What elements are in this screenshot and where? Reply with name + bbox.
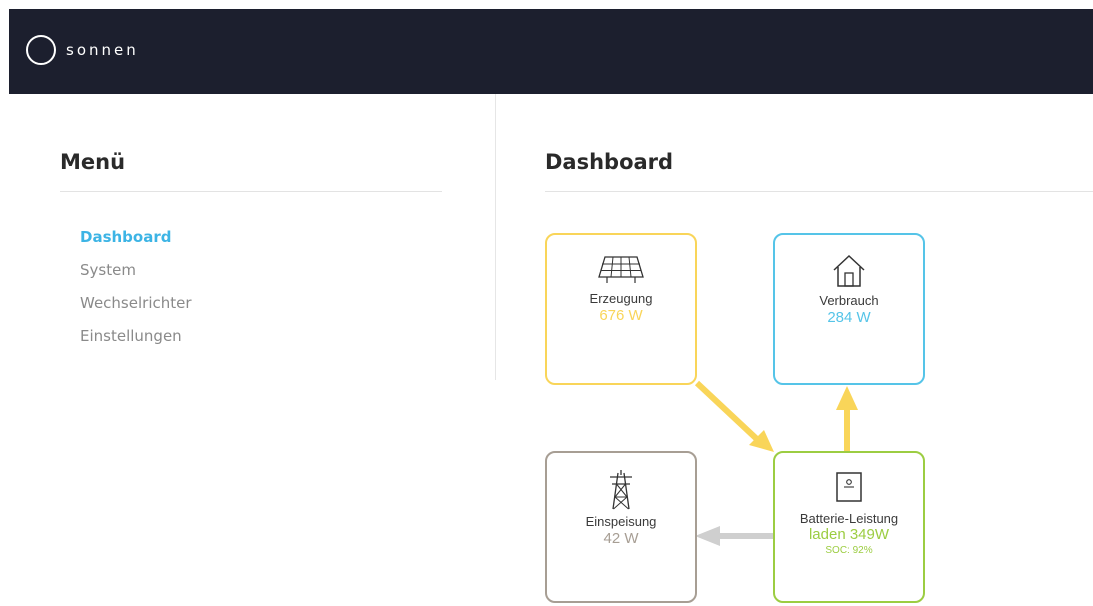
top-navbar: sonnen	[9, 9, 1093, 94]
arrow-batterie-to-einspeisung	[695, 526, 773, 546]
house-icon	[833, 254, 865, 287]
einspeisung-tile[interactable]: Einspeisung 42 W	[545, 451, 697, 603]
menu-divider	[60, 191, 442, 192]
menu-item-wechselrichter[interactable]: Wechselrichter	[80, 294, 192, 327]
window-frame-left	[0, 0, 9, 606]
sidebar: Menü Dashboard System Wechselrichter Ein…	[9, 94, 496, 606]
batterie-soc: SOC: 92%	[825, 545, 873, 556]
solar-panel-icon	[598, 256, 644, 283]
menu-item-einstellungen[interactable]: Einstellungen	[80, 327, 192, 360]
window-frame-top	[0, 0, 1093, 9]
batterie-value: laden 349W	[808, 526, 890, 543]
einspeisung-value: 42 W	[603, 530, 639, 547]
logo-circle-icon	[26, 35, 56, 65]
verbrauch-label: Verbrauch	[819, 293, 879, 308]
erzeugung-label: Erzeugung	[589, 291, 653, 306]
arrow-erzeugung-to-batterie	[694, 380, 774, 452]
menu-list: Dashboard System Wechselrichter Einstell…	[80, 228, 192, 360]
brand-name: sonnen	[66, 41, 139, 59]
sonnen-logo[interactable]: sonnen	[26, 35, 139, 65]
verbrauch-tile[interactable]: Verbrauch 284 W	[773, 233, 925, 385]
verbrauch-value: 284 W	[827, 309, 871, 326]
menu-item-system[interactable]: System	[80, 261, 192, 294]
battery-icon	[836, 472, 862, 502]
main-content: Dashboard Erzeugung 676 W Verbrauch 284 …	[495, 94, 1093, 606]
einspeisung-label: Einspeisung	[585, 514, 657, 529]
power-pylon-icon	[610, 470, 632, 510]
menu-item-dashboard[interactable]: Dashboard	[80, 228, 192, 261]
arrow-batterie-to-verbrauch	[836, 386, 858, 451]
menu-title: Menü	[60, 150, 126, 174]
erzeugung-value: 676 W	[599, 307, 643, 324]
batterie-label: Batterie-Leistung	[799, 511, 899, 526]
erzeugung-tile[interactable]: Erzeugung 676 W	[545, 233, 697, 385]
batterie-tile[interactable]: Batterie-Leistung laden 349W SOC: 92%	[773, 451, 925, 603]
